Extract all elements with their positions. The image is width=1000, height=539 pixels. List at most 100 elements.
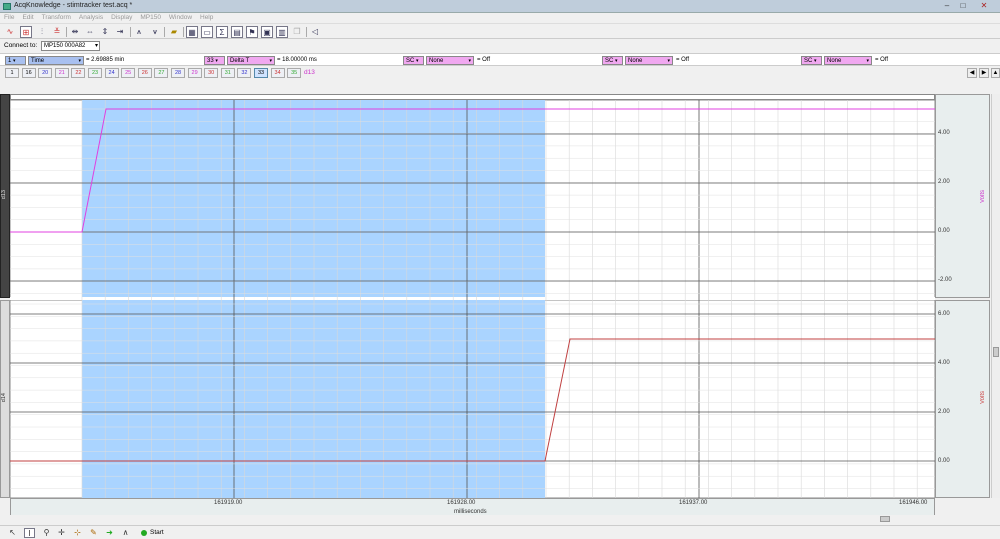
vertical-scrollbar[interactable] — [991, 94, 1000, 498]
d14-tick-label: 0.00 — [938, 458, 950, 464]
pen-tool-icon[interactable]: ✎ — [88, 528, 99, 538]
valley-icon[interactable]: ⩛ — [149, 26, 161, 38]
menu-analysis[interactable]: Analysis — [79, 13, 103, 23]
channel-button-26[interactable]: 26 — [137, 68, 152, 78]
measurement-1-channel[interactable]: 1 ▾ — [5, 56, 26, 65]
channel-button-24[interactable]: 24 — [104, 68, 119, 78]
measurement-2-type[interactable]: Delta T ▾ — [227, 56, 275, 65]
channel-button-33[interactable]: 33 — [254, 68, 268, 78]
scope-icon[interactable]: ≚ — [51, 26, 63, 38]
measurement-row: 1 ▾ Time ▾ = 2.69885 min 33 ▾ Delta T ▾ = … — [0, 53, 1000, 66]
journal-icon[interactable]: ▥ — [276, 26, 288, 38]
zoom-horizontal-icon[interactable]: ⇔ — [84, 26, 96, 38]
start-icon[interactable] — [141, 530, 147, 536]
close-icon[interactable]: ✕ — [972, 1, 996, 11]
toolbar: ∿ ⊞ ⫶ ≚ ⇹ ⇔ ⇕ ⇥ ⩚ ⩛ ▰ ▦ ▭ Σ ▤ ⚑ ▣ ▥ ❐ ◁ — [0, 23, 1000, 39]
connect-device-select[interactable]: MP150 000A82 ▾ — [41, 41, 100, 51]
menu-display[interactable]: Display — [111, 13, 132, 23]
channel-button-29[interactable]: 29 — [187, 68, 202, 78]
d13-tick-label: -2.00 — [938, 277, 952, 283]
forward-arrow-icon[interactable]: ➜ — [104, 528, 115, 538]
grid-mode-icon[interactable]: ⊞ — [20, 26, 32, 38]
overlap-icon[interactable]: ∿ — [4, 26, 16, 38]
x-tick-label: 161937.00 — [679, 500, 708, 506]
app-icon — [3, 3, 11, 10]
menu-mp150[interactable]: MP150 — [140, 13, 161, 23]
marker-tool-icon[interactable]: ⊹ — [72, 528, 83, 538]
menu-file[interactable]: File — [4, 13, 14, 23]
channel-button-1[interactable]: 1 — [5, 68, 19, 78]
autoscale-icon[interactable]: ⇹ — [69, 26, 81, 38]
measurement-4-value: = Off — [676, 57, 690, 63]
x-tick-label: 161946.00 — [899, 500, 928, 506]
measurement-2-value: = 18.00000 ms — [277, 57, 317, 63]
d14-tick-label: 6.00 — [938, 311, 950, 317]
flag-icon[interactable]: ⚑ — [246, 26, 258, 38]
menu-edit[interactable]: Edit — [22, 13, 33, 23]
measurement-2-channel[interactable]: 33 ▾ — [204, 56, 225, 65]
sigma-icon[interactable]: Σ — [216, 26, 228, 38]
arrow-tool-icon[interactable]: ↖ — [7, 528, 18, 538]
x-tick-label: 161928.00 — [447, 500, 476, 506]
channel-button-32[interactable]: 32 — [237, 68, 252, 78]
scroll-up-icon[interactable]: ▲ — [991, 68, 1000, 78]
grid-icon[interactable]: ▦ — [186, 26, 198, 38]
d13-tick-label: 4.00 — [938, 130, 950, 136]
ibeam-tool-icon[interactable]: I — [24, 528, 35, 538]
copy-icon[interactable]: ❐ — [291, 26, 303, 38]
channel-tab-d13[interactable]: d13 — [0, 94, 10, 298]
graph-area: d13 d14 4.00 2.00 0.00 -2.00 Volts 6.00 … — [0, 80, 1000, 522]
d14-tick-label: 4.00 — [938, 360, 950, 366]
channel-button-21[interactable]: 21 — [54, 68, 69, 78]
speaker-icon[interactable]: ◁ — [309, 26, 321, 38]
vertical-scroll-thumb[interactable] — [993, 347, 999, 357]
maximize-icon[interactable]: □ — [956, 1, 970, 11]
channel-button-16[interactable]: 16 — [21, 68, 36, 78]
channel-button-27[interactable]: 27 — [154, 68, 169, 78]
measurement-1-value: = 2.69885 min — [86, 57, 125, 63]
waveform-plot[interactable] — [10, 94, 935, 498]
channel-button-35[interactable]: 35 — [287, 68, 302, 78]
horizontal-scroll-thumb[interactable] — [880, 516, 890, 522]
channel-button-30[interactable]: 30 — [204, 68, 219, 78]
measurement-5-channel[interactable]: SC ▾ — [801, 56, 822, 65]
window-icon[interactable]: ▭ — [201, 26, 213, 38]
channel-button-28[interactable]: 28 — [171, 68, 185, 78]
pane-separator — [10, 297, 935, 300]
channel-button-20[interactable]: 20 — [38, 68, 53, 78]
zoom-tool-icon[interactable]: ⚲ — [41, 528, 52, 538]
channel-button-31[interactable]: 31 — [220, 68, 235, 78]
minimize-icon[interactable]: – — [940, 1, 954, 11]
d14-tick-label: 2.00 — [938, 409, 950, 415]
chart-icon[interactable]: ⫶ — [36, 26, 48, 38]
measurement-5-type[interactable]: None ▾ — [824, 56, 872, 65]
channel-button-22[interactable]: 22 — [71, 68, 86, 78]
channel-button-25[interactable]: 25 — [121, 68, 136, 78]
keyboard-icon[interactable]: ▤ — [231, 26, 243, 38]
measurement-3-channel[interactable]: SC ▾ — [403, 56, 424, 65]
measurement-4-type[interactable]: None ▾ — [625, 56, 673, 65]
channel-tab-d14[interactable]: d14 — [0, 300, 10, 498]
channel-button-23[interactable]: 23 — [88, 68, 102, 78]
start-button[interactable]: Start — [150, 529, 164, 536]
menu-transform[interactable]: Transform — [42, 13, 71, 23]
tool-bar-bottom: ↖ I ⚲ ✛ ⊹ ✎ ➜ ∧ Start — [0, 525, 1000, 539]
d13-tick-label: 2.00 — [938, 179, 950, 185]
pencil-draw-icon[interactable]: ∧ — [120, 528, 131, 538]
compress-icon[interactable]: ⇥ — [114, 26, 126, 38]
measurement-3-type[interactable]: None ▾ — [426, 56, 474, 65]
measurement-4-channel[interactable]: SC ▾ — [602, 56, 623, 65]
crosshair-tool-icon[interactable]: ✛ — [56, 528, 67, 538]
horizontal-scrollbar[interactable] — [0, 515, 1000, 523]
measurement-1-type[interactable]: Time ▾ — [28, 56, 84, 65]
scroll-left-icon[interactable]: ◀ — [967, 68, 977, 78]
channel-button-34[interactable]: 34 — [270, 68, 285, 78]
menu-help[interactable]: Help — [200, 13, 213, 23]
peak-icon[interactable]: ⩚ — [133, 26, 145, 38]
connect-device-value: MP150 000A82 — [44, 43, 86, 49]
image-icon[interactable]: ▣ — [261, 26, 273, 38]
scroll-right-icon[interactable]: ▶ — [979, 68, 989, 78]
zoom-vertical-icon[interactable]: ⇕ — [99, 26, 111, 38]
menu-window[interactable]: Window — [169, 13, 192, 23]
folder-icon[interactable]: ▰ — [168, 26, 180, 38]
